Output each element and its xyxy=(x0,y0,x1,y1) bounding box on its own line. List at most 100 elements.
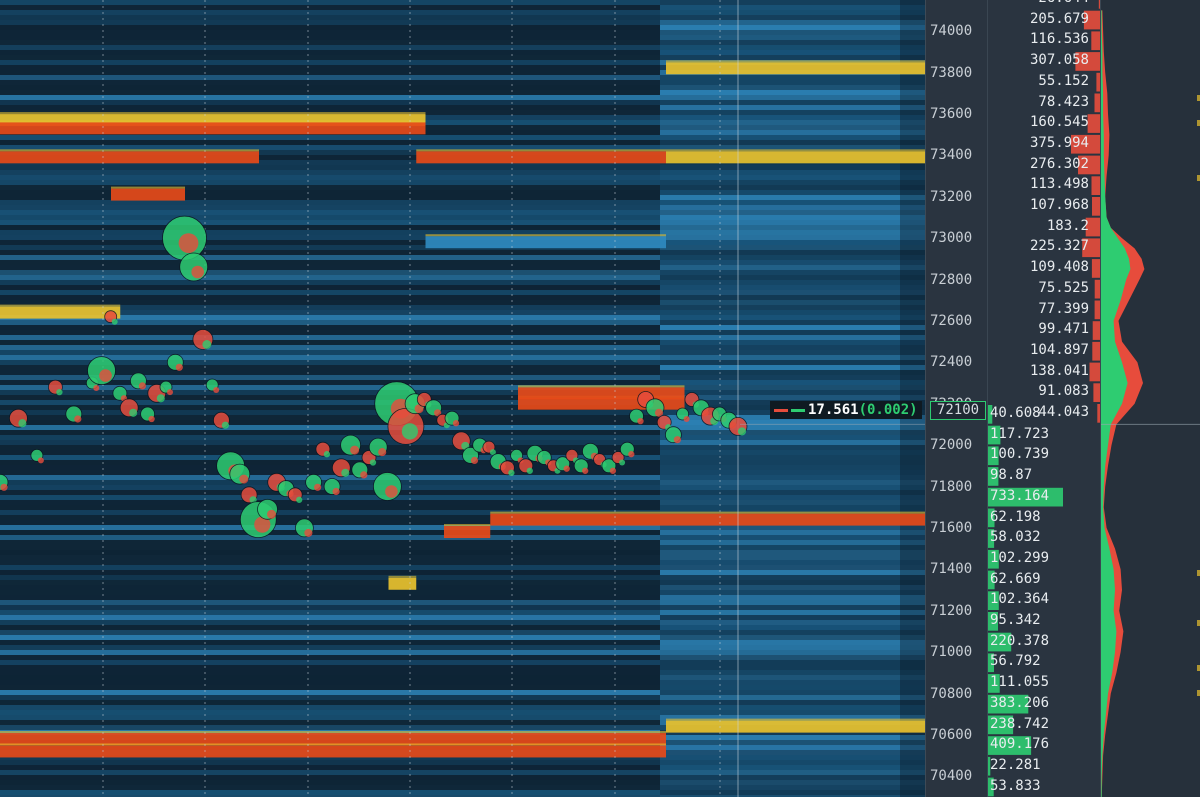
liquidity-stripe xyxy=(0,265,660,270)
liquidity-band-edge xyxy=(0,120,426,123)
liquidity-stripe xyxy=(0,680,660,685)
liquidity-stripe xyxy=(660,90,925,95)
liquidity-stripe xyxy=(660,635,925,640)
liquidity-stripe xyxy=(0,530,660,535)
liquidity-stripe xyxy=(0,340,660,345)
liquidity-stripe xyxy=(660,590,925,595)
liquidity-stripe xyxy=(0,665,660,670)
trade-bubble xyxy=(191,265,204,279)
ask-size-label: 225.327 xyxy=(1029,238,1089,255)
liquidity-stripe xyxy=(660,690,925,695)
liquidity-stripe xyxy=(0,675,660,680)
liquidity-stripe xyxy=(0,655,660,660)
price-tick-label: 73400 xyxy=(930,147,973,164)
trade-bubble xyxy=(360,471,368,479)
trade-bubble xyxy=(74,415,82,423)
liquidity-stripe xyxy=(660,200,925,205)
liquidity-stripe xyxy=(0,185,660,190)
trade-bubble xyxy=(619,459,626,466)
liquidity-stripe xyxy=(660,0,925,5)
liquidity-band xyxy=(0,745,666,758)
liquidity-band xyxy=(0,151,259,164)
liquidity-stripe xyxy=(660,560,925,565)
trade-bubble xyxy=(609,467,617,474)
trade-bubble xyxy=(18,419,27,428)
liquidity-stripe xyxy=(0,170,660,175)
liquidity-stripe xyxy=(0,420,660,425)
liquidity-stripe xyxy=(0,65,660,70)
liquidity-stripe xyxy=(660,75,925,80)
liquidity-stripe xyxy=(0,555,660,560)
liquidity-band-edge xyxy=(0,743,666,746)
bid-size-label: 733.164 xyxy=(990,487,1050,504)
liquidity-stripe xyxy=(0,135,660,140)
liquidity-stripe xyxy=(660,330,925,335)
trade-bubble xyxy=(37,457,44,464)
liquidity-stripe xyxy=(660,695,925,700)
liquidity-stripe xyxy=(0,500,660,505)
trade-bubble xyxy=(341,468,350,477)
volume-profile-chart xyxy=(1101,10,1200,797)
liquidity-stripe xyxy=(0,495,660,500)
heatmap-chart[interactable]: 17.561(0.002) xyxy=(0,0,925,797)
trade-bubble xyxy=(93,385,100,391)
bid-size-label: 383.206 xyxy=(990,694,1050,711)
liquidity-stripe xyxy=(660,525,925,530)
liquidity-stripe xyxy=(660,565,925,570)
liquidity-stripe xyxy=(660,780,925,785)
liquidity-stripe xyxy=(0,610,660,615)
liquidity-stripe xyxy=(0,565,660,570)
liquidity-stripe xyxy=(0,590,660,595)
liquidity-stripe xyxy=(0,190,660,195)
liquidity-stripe xyxy=(660,675,925,680)
last-trade-size: 17.561 xyxy=(808,402,859,418)
liquidity-stripe xyxy=(660,610,925,615)
liquidity-stripe xyxy=(660,680,925,685)
last-trade-delta: (0.002) xyxy=(858,402,918,418)
liquidity-stripe xyxy=(0,430,660,435)
liquidity-stripe xyxy=(660,470,925,475)
liquidity-stripe xyxy=(660,105,925,110)
liquidity-stripe xyxy=(660,285,925,290)
bid-size-label: 58.032 xyxy=(990,529,1041,546)
liquidity-stripe xyxy=(0,645,660,650)
liquidity-stripe xyxy=(660,570,925,575)
bid-size-label: 102.364 xyxy=(990,591,1050,608)
liquidity-stripe xyxy=(0,195,660,200)
liquidity-stripe xyxy=(660,310,925,315)
liquidity-stripe xyxy=(660,430,925,435)
liquidity-band xyxy=(388,577,417,590)
liquidity-stripe xyxy=(660,550,925,555)
liquidity-stripe xyxy=(0,410,660,415)
bid-size-label: 56.792 xyxy=(990,653,1041,670)
liquidity-stripe xyxy=(0,175,660,180)
liquidity-stripe xyxy=(660,275,925,280)
liquidity-band xyxy=(425,236,666,249)
liquidity-stripe xyxy=(660,80,925,85)
liquidity-band-edge xyxy=(416,149,666,152)
liquidity-stripe xyxy=(660,770,925,775)
bid-size-label: 98.87 xyxy=(990,467,1033,484)
ask-size-label: 375.994 xyxy=(1029,134,1089,151)
liquidity-stripe xyxy=(0,765,660,770)
liquidity-stripe xyxy=(0,55,660,60)
ask-size-label: 205.679 xyxy=(1029,10,1089,27)
liquidity-stripe xyxy=(0,300,660,305)
liquidity-stripe xyxy=(660,670,925,675)
liquidity-stripe xyxy=(660,345,925,350)
price-tick-label: 71200 xyxy=(930,602,973,619)
liquidity-stripe xyxy=(660,225,925,230)
heatmap-canvas xyxy=(0,0,925,797)
order-book-column[interactable]: 26.644205.679116.536307.05855.15278.4231… xyxy=(987,0,1101,797)
bid-size-label: 40.608 xyxy=(990,405,1041,421)
bid-size-label: 22.281 xyxy=(990,756,1041,773)
ask-size-label: 104.897 xyxy=(1029,341,1089,358)
liquidity-stripe xyxy=(660,615,925,620)
liquidity-stripe xyxy=(660,705,925,710)
volume-profile-column[interactable] xyxy=(1100,0,1200,797)
trade-bubble xyxy=(332,487,340,496)
liquidity-stripe xyxy=(0,220,660,225)
liquidity-stripe xyxy=(660,235,925,240)
price-tick-label: 71000 xyxy=(930,644,973,661)
price-tick-label: 72600 xyxy=(930,312,973,329)
